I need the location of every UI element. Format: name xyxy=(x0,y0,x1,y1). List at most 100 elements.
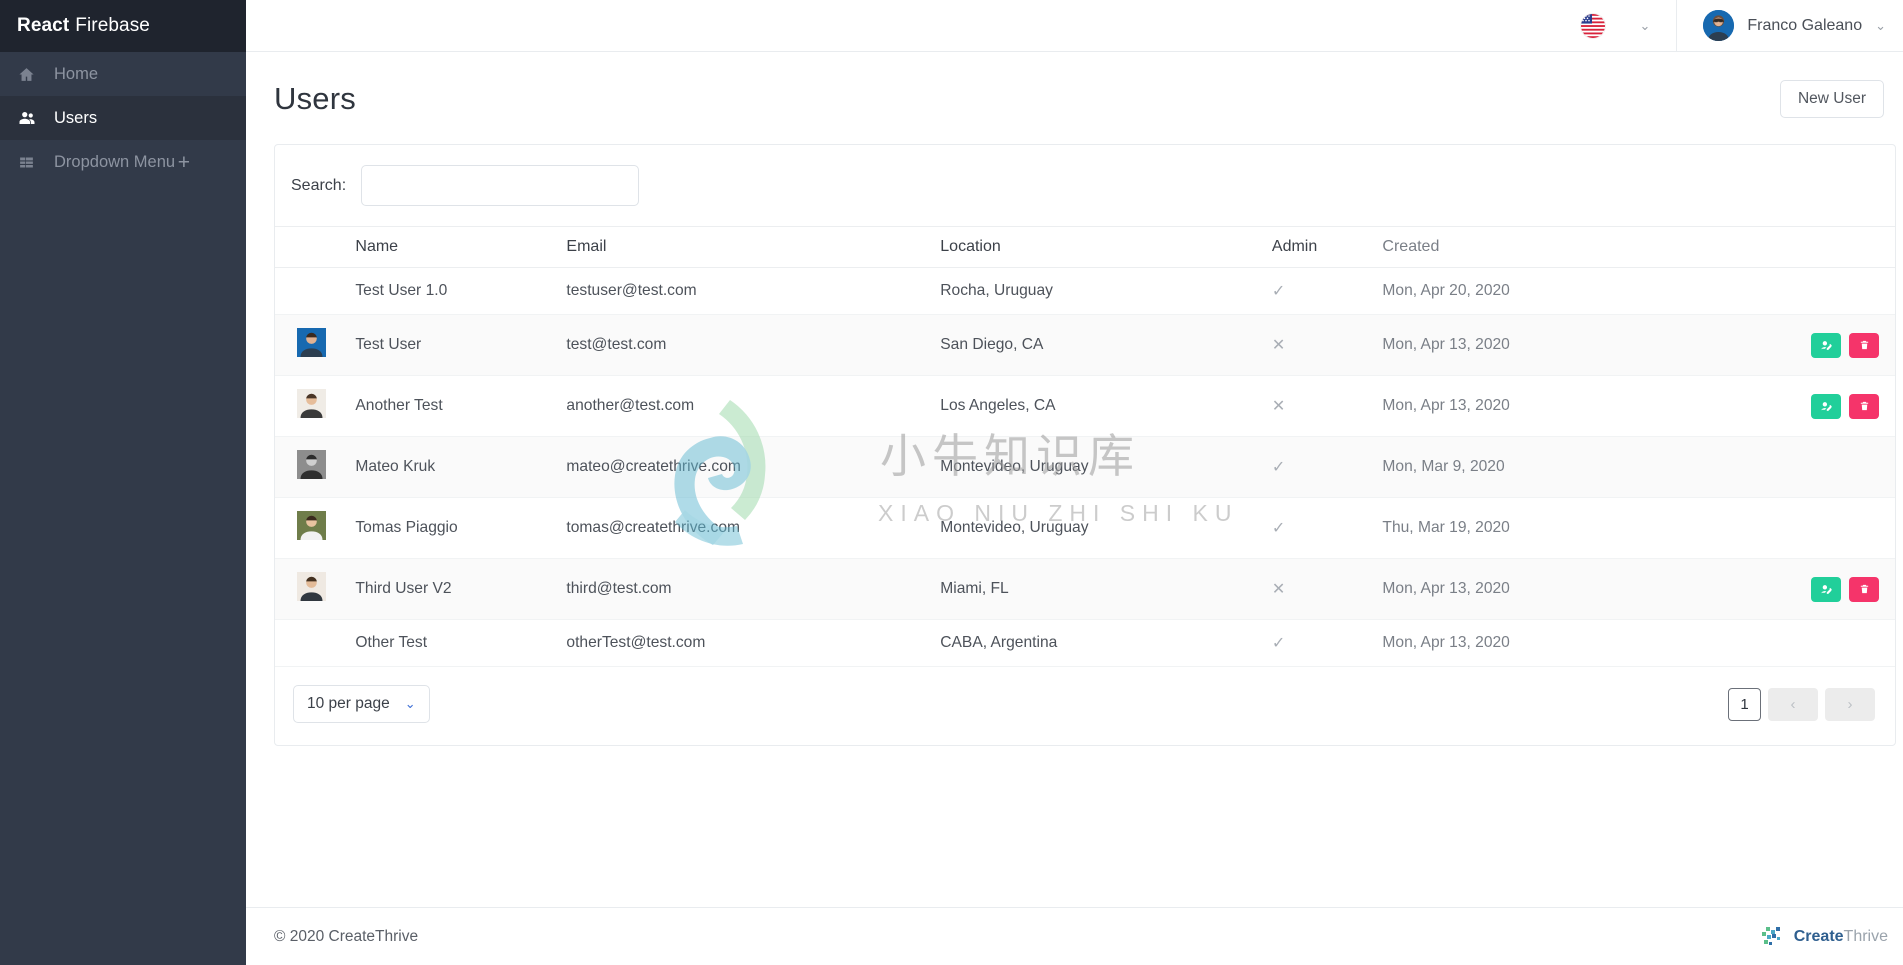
cell-created: Mon, Apr 13, 2020 xyxy=(1382,375,1694,437)
language-switcher[interactable]: ⌄ xyxy=(1581,0,1678,52)
chevron-down-icon-language[interactable]: ⌄ xyxy=(1639,19,1650,32)
logo-text-thrive: Thrive xyxy=(1843,927,1888,945)
sidebar-item-label-home: Home xyxy=(54,64,99,83)
table-row[interactable]: Third User V2 third@test.com Miami, FL ✕ Mon… xyxy=(275,558,1895,620)
check-icon: ✓ xyxy=(1271,520,1286,537)
cell-created: Mon, Apr 20, 2020 xyxy=(1382,267,1694,315)
next-page-button[interactable]: › xyxy=(1825,687,1875,721)
row-actions xyxy=(1694,393,1879,419)
copyright-label: © 2020 CreateThrive xyxy=(274,927,419,945)
delete-user-button[interactable] xyxy=(1849,332,1879,358)
page-title: Users xyxy=(274,81,356,116)
cell-name: Test User xyxy=(355,314,567,376)
brand-name-strong: React xyxy=(17,15,70,36)
sidebar: React Firebase Home Users Dropdown Menu … xyxy=(0,0,246,965)
brand-name-light: Firebase xyxy=(75,15,150,36)
page-number-button[interactable]: 1 xyxy=(1728,687,1761,721)
table-row[interactable]: Tomas Piaggio tomas@createthrive.com Monte… xyxy=(275,497,1895,559)
user-menu[interactable]: Franco Galeano ⌄ xyxy=(1677,10,1886,41)
cell-email: testuser@test.com xyxy=(566,267,941,315)
add-submenu-icon[interactable]: + xyxy=(178,152,190,173)
column-header-admin[interactable]: Admin xyxy=(1271,226,1383,268)
createthrive-mark-icon xyxy=(1761,926,1780,945)
cell-name: Mateo Kruk xyxy=(355,436,567,498)
sidebar-nav: Home Users Dropdown Menu + xyxy=(0,52,246,184)
table-row[interactable]: Other Test otherTest@test.com CABA, Argent… xyxy=(275,619,1895,667)
chevron-down-icon-perpage: ⌄ xyxy=(404,696,416,711)
app-root: React Firebase Home Users Dropdown Menu … xyxy=(0,0,1903,965)
table-row[interactable]: Test User test@test.com San Diego, CA ✕ Mon,… xyxy=(275,314,1895,376)
column-header-created[interactable]: Created xyxy=(1382,226,1694,268)
cell-actions xyxy=(1693,497,1895,559)
cell-admin: ✓ xyxy=(1271,619,1383,667)
createthrive-logo: CreateThrive xyxy=(1760,925,1888,949)
prev-page-button[interactable]: ‹ xyxy=(1768,687,1818,721)
table-row[interactable]: Another Test another@test.com Los Angeles,… xyxy=(275,375,1895,437)
sidebar-item-home[interactable]: Home xyxy=(0,52,246,96)
cell-created: Mon, Apr 13, 2020 xyxy=(1382,314,1694,376)
column-header-actions xyxy=(1693,226,1895,268)
createthrive-wordmark: CreateThrive xyxy=(1794,928,1888,946)
check-icon: ✓ xyxy=(1271,283,1286,300)
per-page-label: 10 per page xyxy=(307,695,390,712)
cell-name: Third User V2 xyxy=(355,558,567,620)
page-controls: 1 ‹ › xyxy=(1728,687,1875,721)
pagination-bar: 10 per page ⌄ 1 ‹ › xyxy=(275,667,1895,745)
cell-location: Montevideo, Uruguay xyxy=(940,436,1272,498)
brand-logo[interactable]: React Firebase xyxy=(0,0,246,52)
footer: © 2020 CreateThrive CreateThrive xyxy=(246,907,1903,965)
cell-location: San Diego, CA xyxy=(940,314,1272,376)
cell-created: Thu, Mar 19, 2020 xyxy=(1382,497,1694,559)
cell-admin: ✕ xyxy=(1271,375,1383,437)
cell-actions xyxy=(1693,558,1895,620)
cross-icon: ✕ xyxy=(1271,337,1286,354)
edit-user-button[interactable] xyxy=(1811,393,1841,419)
cell-avatar xyxy=(275,436,356,498)
cell-actions xyxy=(1693,267,1895,315)
cell-avatar xyxy=(275,314,356,376)
cell-location: Miami, FL xyxy=(940,558,1272,620)
sidebar-item-users[interactable]: Users xyxy=(0,96,246,140)
per-page-select[interactable]: 10 per page ⌄ xyxy=(293,685,430,723)
column-header-location[interactable]: Location xyxy=(940,226,1272,268)
column-header-name[interactable]: Name xyxy=(355,226,567,268)
users-card: Search: Name Email Location Admin Create… xyxy=(274,144,1896,746)
edit-user-button[interactable] xyxy=(1811,576,1841,602)
cell-email: another@test.com xyxy=(566,375,941,437)
cell-avatar xyxy=(275,267,356,315)
cell-created: Mon, Apr 13, 2020 xyxy=(1382,558,1694,620)
main-area: ⌄ Franco Galeano ⌄ Users New User Search… xyxy=(246,0,1903,965)
column-header-avatar[interactable] xyxy=(275,226,356,268)
row-actions xyxy=(1694,576,1879,602)
cell-avatar xyxy=(275,375,356,437)
home-icon xyxy=(18,66,40,83)
edit-user-button[interactable] xyxy=(1811,332,1841,358)
cell-actions xyxy=(1693,619,1895,667)
check-icon: ✓ xyxy=(1271,459,1286,476)
sidebar-item-dropdown-menu[interactable]: Dropdown Menu + xyxy=(0,140,246,184)
table-body: Test User 1.0 testuser@test.com Rocha, Uru… xyxy=(275,267,1895,667)
cell-location: Los Angeles, CA xyxy=(940,375,1272,437)
delete-user-button[interactable] xyxy=(1849,576,1879,602)
cell-email: test@test.com xyxy=(566,314,941,376)
cell-name: Tomas Piaggio xyxy=(355,497,567,559)
delete-user-button[interactable] xyxy=(1849,393,1879,419)
new-user-button[interactable]: New User xyxy=(1779,80,1884,118)
cell-admin: ✓ xyxy=(1271,436,1383,498)
column-header-email[interactable]: Email xyxy=(566,226,941,268)
table-row[interactable]: Test User 1.0 testuser@test.com Rocha, Uru… xyxy=(275,267,1895,315)
search-row: Search: xyxy=(275,145,1895,226)
cell-avatar xyxy=(275,619,356,667)
chevron-down-icon-user[interactable]: ⌄ xyxy=(1875,19,1886,32)
cell-email: otherTest@test.com xyxy=(566,619,941,667)
cross-icon: ✕ xyxy=(1271,398,1286,415)
cell-email: tomas@createthrive.com xyxy=(566,497,941,559)
search-input[interactable] xyxy=(361,165,640,206)
cell-actions xyxy=(1693,314,1895,376)
cell-avatar xyxy=(275,497,356,559)
row-actions xyxy=(1694,332,1879,358)
cell-admin: ✓ xyxy=(1271,267,1383,315)
table-row[interactable]: Mateo Kruk mateo@createthrive.com Montevid… xyxy=(275,436,1895,498)
user-avatar xyxy=(297,511,326,544)
